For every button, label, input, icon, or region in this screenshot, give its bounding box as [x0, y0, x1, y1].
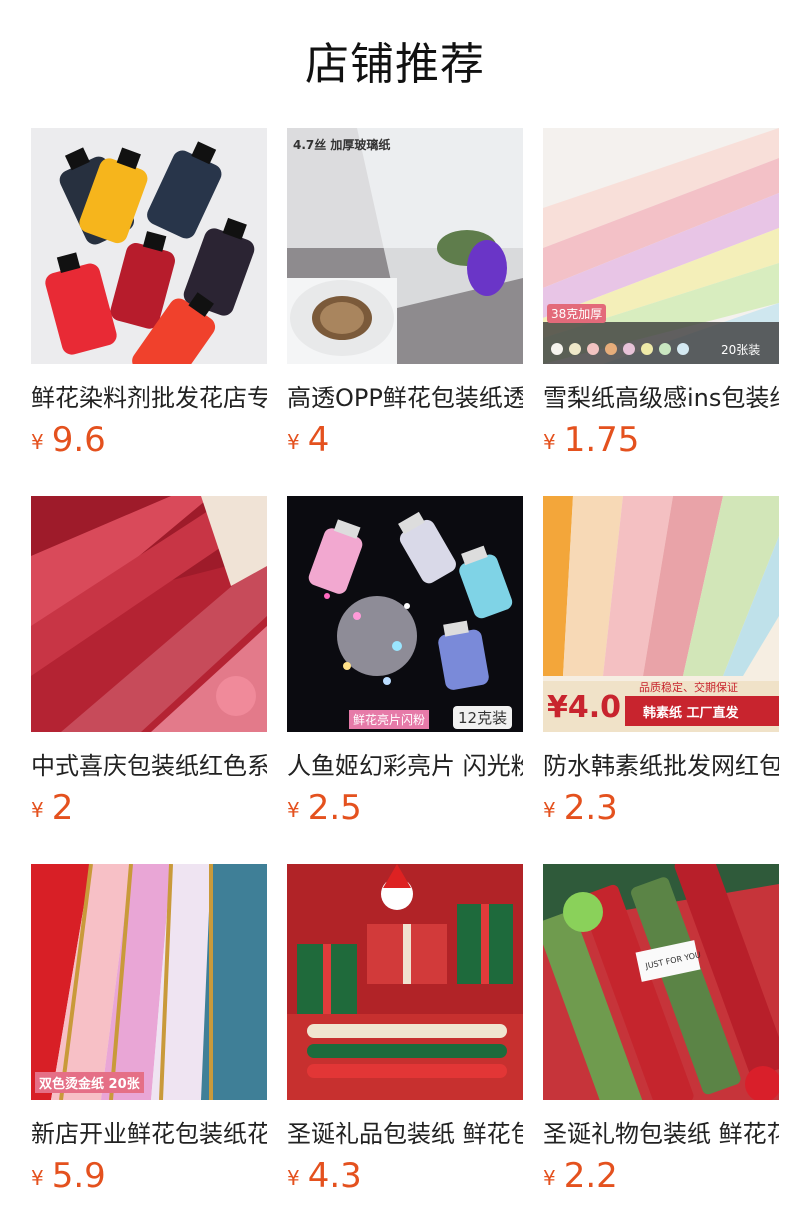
product-card[interactable]: 鲜花亮片闪粉 12克装 人鱼姬幻彩亮片 闪光粉 ¥2.5 [287, 496, 523, 836]
product-name[interactable]: 圣诞礼物包装纸 鲜花花束 [543, 1114, 779, 1149]
product-name[interactable]: 新店开业鲜花包装纸花束 [31, 1114, 267, 1149]
currency-symbol: ¥ [287, 798, 300, 822]
currency-symbol: ¥ [543, 430, 556, 454]
red-wrapping-paper-image [31, 496, 267, 732]
product-card[interactable]: JUST FOR YOU 圣诞礼物包装纸 鲜花花束 ¥2.2 [543, 864, 779, 1204]
product-image[interactable]: 鲜花亮片闪粉 12克装 [287, 496, 523, 732]
tissue-paper-image [543, 128, 779, 364]
product-card[interactable]: 中式喜庆包装纸红色系列 ¥2 [31, 496, 267, 836]
currency-symbol: ¥ [31, 430, 44, 454]
product-image[interactable]: JUST FOR YOU [543, 864, 779, 1100]
dye-bottles-image [31, 128, 267, 364]
product-card[interactable]: 圣诞礼品包装纸 鲜花包装 ¥4.3 [287, 864, 523, 1204]
product-card[interactable]: ¥4.0 品质稳定、交期保证 韩素纸 工厂直发 防水韩素纸批发网红包装 ¥2.3 [543, 496, 779, 836]
price-amount: 4.3 [307, 1156, 362, 1196]
currency-symbol: ¥ [287, 1166, 300, 1190]
product-image[interactable]: 38克加厚 20张装 [543, 128, 779, 364]
currency-symbol: ¥ [543, 1166, 556, 1190]
gold-edge-paper-image [31, 864, 267, 1100]
product-card[interactable]: 双色烫金纸 20张 新店开业鲜花包装纸花束 ¥5.9 [31, 864, 267, 1204]
product-image[interactable] [31, 496, 267, 732]
product-image[interactable]: ¥4.0 品质稳定、交期保证 韩素纸 工厂直发 [543, 496, 779, 732]
product-name[interactable]: 鲜花染料剂批发花店专用 [31, 378, 267, 413]
currency-symbol: ¥ [31, 1166, 44, 1190]
product-image[interactable]: 双色烫金纸 20张 [31, 864, 267, 1100]
product-price: ¥4.3 [287, 1156, 362, 1196]
image-badge: 38克加厚 [547, 304, 607, 323]
product-name[interactable]: 圣诞礼品包装纸 鲜花包装 [287, 1114, 523, 1149]
product-price: ¥5.9 [31, 1156, 106, 1196]
product-card[interactable]: 38克加厚 20张装 雪梨纸高级感ins包装纸 ¥1.75 [543, 128, 779, 468]
image-caption: 韩素纸 工厂直发 [643, 706, 739, 721]
image-caption: 品质稳定、交期保证 [639, 681, 738, 694]
product-price: ¥4 [287, 420, 329, 460]
christmas-gifts-image [287, 864, 523, 1100]
product-price: ¥9.6 [31, 420, 106, 460]
product-name[interactable]: 人鱼姬幻彩亮片 闪光粉 [287, 746, 523, 781]
price-amount: 9.6 [51, 420, 106, 460]
price-amount: 1.75 [563, 420, 640, 460]
currency-symbol: ¥ [287, 430, 300, 454]
price-amount: 4 [307, 420, 330, 460]
product-name[interactable]: 高透OPP鲜花包装纸透明 [287, 378, 523, 413]
image-caption: 鲜花亮片闪粉 [349, 710, 430, 729]
currency-symbol: ¥ [543, 798, 556, 822]
image-price-badge: ¥4.0 [547, 690, 622, 725]
product-image[interactable] [31, 128, 267, 364]
currency-symbol: ¥ [31, 798, 44, 822]
page-title: 店铺推荐 [305, 39, 485, 90]
product-name[interactable]: 雪梨纸高级感ins包装纸 [543, 378, 779, 413]
product-price: ¥2.5 [287, 788, 362, 828]
price-amount: 2.2 [563, 1156, 618, 1196]
product-price: ¥2.3 [543, 788, 618, 828]
product-image[interactable] [287, 864, 523, 1100]
product-card[interactable]: 鲜花染料剂批发花店专用 ¥9.6 [31, 128, 267, 468]
price-amount: 2 [51, 788, 74, 828]
image-caption: 20张装 [721, 343, 761, 357]
christmas-paper-rolls-image [543, 864, 779, 1100]
product-price: ¥2.2 [543, 1156, 618, 1196]
price-amount: 2.5 [307, 788, 362, 828]
product-name[interactable]: 防水韩素纸批发网红包装 [543, 746, 779, 781]
price-amount: 5.9 [51, 1156, 106, 1196]
image-caption: 双色烫金纸 20张 [35, 1072, 144, 1093]
product-card[interactable]: 4.7丝 加厚玻璃纸 高透OPP鲜花包装纸透明 ¥4 [287, 128, 523, 468]
price-amount: 2.3 [563, 788, 618, 828]
product-price: ¥2 [31, 788, 73, 828]
image-caption: 4.7丝 加厚玻璃纸 [293, 138, 391, 152]
cellophane-roll-image [287, 128, 523, 364]
glitter-bottles-image [287, 496, 523, 732]
product-name[interactable]: 中式喜庆包装纸红色系列 [31, 746, 267, 781]
product-image[interactable]: 4.7丝 加厚玻璃纸 [287, 128, 523, 364]
product-price: ¥1.75 [543, 420, 639, 460]
image-badge: 12克装 [453, 706, 513, 729]
